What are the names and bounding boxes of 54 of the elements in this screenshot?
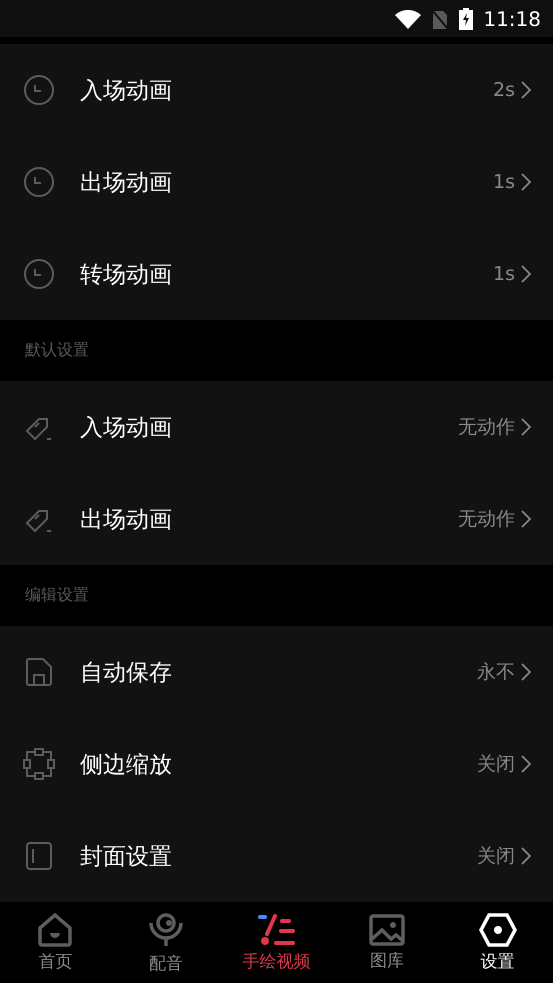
row-label: 入场动画 <box>80 414 173 442</box>
chevron-right-icon <box>521 173 531 191</box>
microphone-icon <box>146 911 185 949</box>
row-value: 1s <box>493 171 515 193</box>
tab-item[interactable]: 手绘视频 <box>221 903 332 983</box>
image-icon <box>369 914 406 946</box>
home-icon <box>37 913 74 947</box>
row-label: 出场动画 <box>80 168 173 198</box>
row-value: 无动作 <box>458 507 515 532</box>
chevron-right-icon <box>521 81 531 99</box>
save-icon <box>25 657 53 687</box>
row-label: 转场动画 <box>80 260 173 290</box>
settings-row[interactable]: 自动保存 永不 <box>0 626 553 718</box>
row-label: 封面设置 <box>80 842 173 872</box>
tab-item[interactable]: 设置 <box>442 903 553 983</box>
tab-item[interactable]: 配音 <box>110 903 222 983</box>
row-label: 侧边缩放 <box>80 750 173 780</box>
chevron-right-icon <box>521 663 531 681</box>
row-label: 自动保存 <box>80 658 173 688</box>
no-sim-icon <box>431 8 450 28</box>
row-value: 关闭 <box>477 844 515 869</box>
status-time: 11:18 <box>483 6 541 30</box>
tab-item[interactable]: 图库 <box>332 903 442 983</box>
section-header: 编辑设置 <box>25 585 89 606</box>
panel-icon <box>25 841 53 871</box>
row-value: 2s <box>493 79 515 101</box>
row-value: 永不 <box>477 660 515 685</box>
settings-row[interactable]: 入场动画 2s <box>0 44 553 136</box>
settings-row[interactable]: 出场动画 1s <box>0 136 553 228</box>
brush-icon <box>257 913 296 947</box>
settings-row[interactable]: 侧边缩放 关闭 <box>0 718 553 810</box>
row-value: 1s <box>493 263 515 285</box>
clock-icon <box>23 74 55 106</box>
tab-item[interactable]: 首页 <box>0 903 111 983</box>
clock-icon <box>23 166 55 198</box>
clock-icon <box>23 258 55 290</box>
nodes-icon <box>23 748 55 780</box>
chevron-right-icon <box>521 265 531 283</box>
chevron-right-icon <box>521 755 531 773</box>
chevron-right-icon <box>521 510 531 528</box>
row-value: 关闭 <box>477 752 515 777</box>
settings-row[interactable]: 入场动画 无动作 <box>0 381 553 473</box>
battery-charging-icon <box>459 8 474 30</box>
settings-row[interactable]: 封面设置 关闭 <box>0 810 553 902</box>
chevron-right-icon <box>521 418 531 436</box>
section-header: 默认设置 <box>25 340 89 361</box>
wifi-icon <box>395 8 422 28</box>
settings-row[interactable]: 转场动画 1s <box>0 228 553 320</box>
settings-row[interactable]: 出场动画 无动作 <box>0 473 553 565</box>
settings-icon <box>478 913 517 947</box>
row-label: 入场动画 <box>80 76 173 106</box>
row-label: 出场动画 <box>80 506 173 534</box>
chevron-right-icon <box>521 847 531 865</box>
row-value: 无动作 <box>458 415 515 440</box>
